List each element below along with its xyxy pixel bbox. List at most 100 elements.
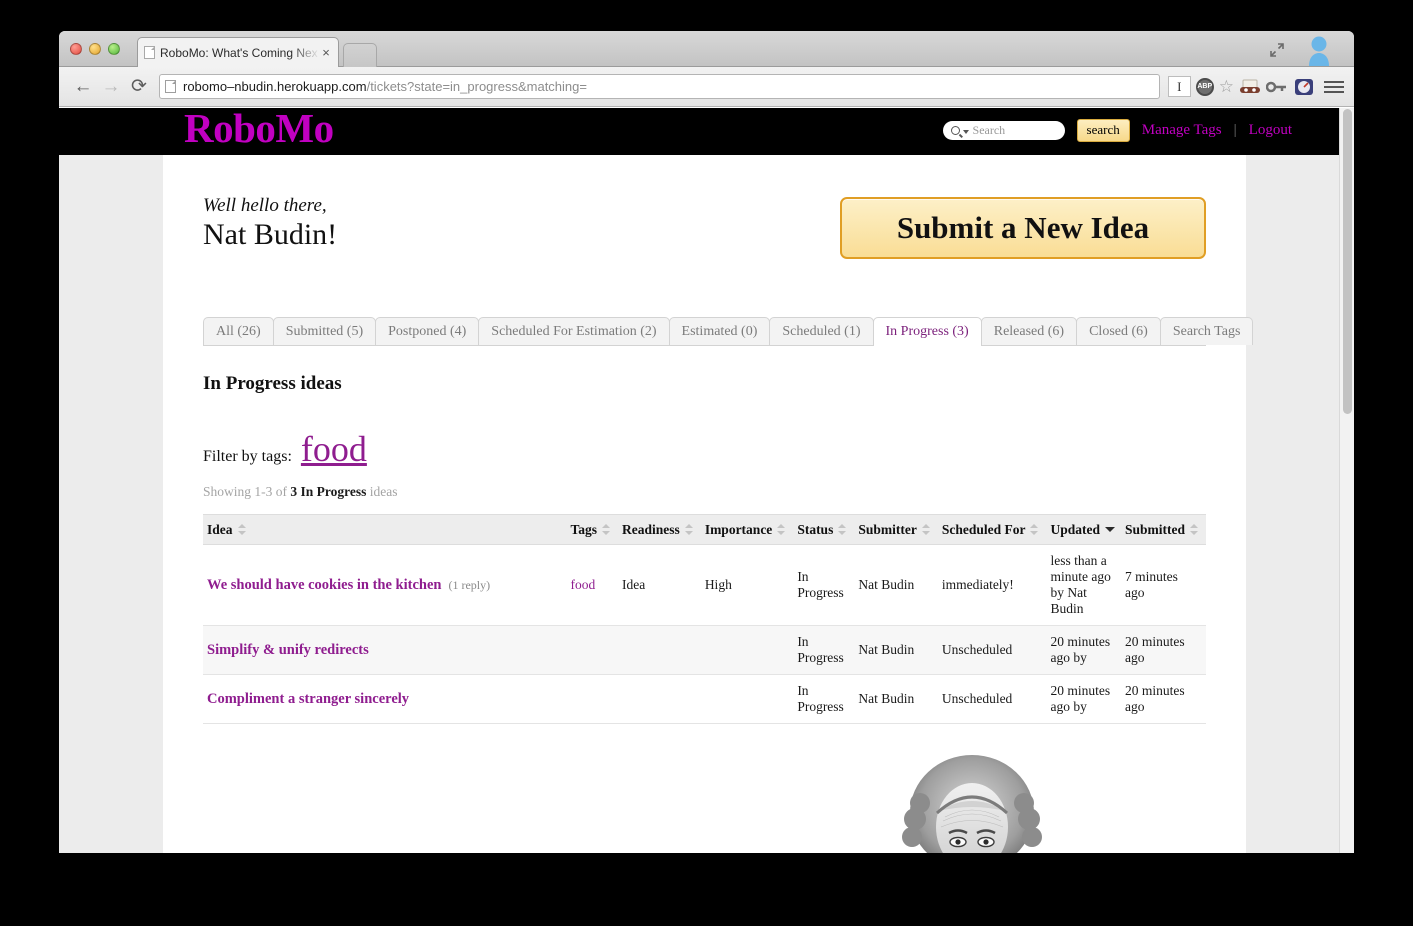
cell-scheduled-for: Unscheduled: [937, 674, 1047, 724]
ideas-table: Idea Tags Readiness Importance Status Submitt…: [203, 514, 1206, 724]
tag-link[interactable]: food: [571, 577, 596, 592]
table-row[interactable]: Compliment a stranger sincerely In Progre…: [203, 674, 1206, 724]
column-header-label: Updated: [1050, 522, 1100, 537]
sort-desc-icon[interactable]: [1104, 524, 1115, 535]
column-header-label: Tags: [570, 522, 598, 537]
cell-scheduled-for: Unscheduled: [937, 625, 1047, 675]
tab-submitted-5[interactable]: Submitted (5): [272, 317, 377, 345]
adblock-icon[interactable]: ABP: [1195, 77, 1214, 96]
manage-tags-link[interactable]: Manage Tags: [1142, 122, 1222, 139]
cell-readiness: [618, 674, 701, 724]
column-header-tags[interactable]: Tags: [566, 514, 619, 545]
tab-all-26[interactable]: All (26): [203, 317, 274, 345]
column-header-updated[interactable]: Updated: [1046, 514, 1121, 545]
url-host: robomo–nbudin.herokuapp.com: [183, 79, 367, 94]
incognito-extension-icon[interactable]: [1239, 77, 1261, 97]
tab-scheduled-1[interactable]: Scheduled (1): [769, 317, 874, 345]
chevron-down-icon[interactable]: [962, 129, 969, 134]
sort-toggle-icon[interactable]: [777, 524, 786, 535]
tab-scheduled-for-estimation-2[interactable]: Scheduled For Estimation (2): [478, 317, 670, 345]
scrollbar-thumb[interactable]: [1343, 109, 1352, 414]
bookmark-star-icon[interactable]: ☆: [1219, 77, 1234, 97]
close-window-button[interactable]: [70, 43, 82, 55]
column-header-submitter[interactable]: Submitter: [854, 514, 938, 545]
cell-submitter: Nat Budin: [854, 674, 938, 724]
browser-window: RoboMo: What's Coming Nex × ← → ⟳ robomo…: [59, 31, 1354, 853]
search-placeholder: Search: [972, 123, 1006, 137]
reload-icon[interactable]: ⟳: [125, 75, 153, 98]
sort-toggle-icon[interactable]: [921, 524, 931, 535]
site-favicon: [165, 80, 176, 93]
idea-link[interactable]: Compliment a stranger sincerely: [207, 691, 409, 707]
cell-status: In Progress: [793, 625, 855, 675]
tab-released-6[interactable]: Released (6): [980, 317, 1078, 345]
cell-tags: [566, 674, 619, 724]
sort-toggle-icon[interactable]: [602, 524, 611, 535]
reader-mode-icon[interactable]: I: [1167, 76, 1191, 97]
user-profile-icon[interactable]: [1306, 35, 1332, 67]
window-controls[interactable]: [70, 43, 120, 55]
browser-tab[interactable]: RoboMo: What's Coming Nex ×: [137, 37, 339, 67]
column-header-label: Readiness: [622, 522, 680, 537]
minimize-window-button[interactable]: [89, 43, 101, 55]
browser-toolbar: ← → ⟳ robomo–nbudin.herokuapp.com/ticket…: [59, 67, 1354, 107]
column-header-submitted[interactable]: Submitted: [1120, 514, 1206, 545]
speed-extension-icon[interactable]: [1293, 77, 1315, 97]
address-bar[interactable]: robomo–nbudin.herokuapp.com/tickets?stat…: [159, 74, 1160, 99]
tab-in-progress-3[interactable]: In Progress (3): [872, 317, 982, 346]
table-body: We should have cookies in the kitchen (1 …: [203, 544, 1206, 724]
cell-status: In Progress: [793, 674, 855, 724]
column-header-importance[interactable]: Importance: [700, 514, 794, 545]
page-favicon: [144, 46, 155, 59]
showing-count: 3 In Progress: [290, 484, 367, 499]
sort-toggle-icon[interactable]: [838, 524, 847, 535]
cell-readiness: Idea: [618, 544, 701, 626]
cell-readiness: [618, 625, 701, 675]
sort-toggle-icon[interactable]: [1030, 524, 1039, 535]
site-logo[interactable]: RoboMo: [184, 108, 334, 152]
search-icon: [950, 126, 960, 135]
column-header-scheduled-for[interactable]: Scheduled For: [937, 514, 1047, 545]
page-viewport: RoboMo Search search Manage Tags | Logou…: [59, 108, 1354, 853]
key-extension-icon[interactable]: [1266, 77, 1288, 97]
browser-menu-icon[interactable]: [1324, 80, 1344, 93]
new-tab-button[interactable]: [343, 43, 377, 67]
header-separator: |: [1233, 122, 1237, 138]
maximize-window-button[interactable]: [108, 43, 120, 55]
submit-new-idea-button[interactable]: Submit a New Idea: [840, 197, 1206, 259]
cell-tags: [566, 625, 619, 675]
cell-importance: [700, 625, 794, 675]
tab-postponed-4[interactable]: Postponed (4): [375, 317, 480, 345]
search-button[interactable]: search: [1076, 119, 1130, 142]
showing-prefix: Showing 1-3 of: [203, 484, 291, 499]
reply-count: (1 reply): [448, 577, 491, 592]
browser-tab-title: RoboMo: What's Coming Nex: [160, 45, 318, 60]
close-tab-icon[interactable]: ×: [320, 45, 332, 60]
decorative-portrait-image: [879, 741, 1065, 853]
sort-toggle-icon[interactable]: [237, 524, 247, 535]
column-header-idea[interactable]: Idea: [203, 514, 567, 545]
idea-link[interactable]: Simplify & unify redirects: [207, 642, 369, 658]
showing-suffix: ideas: [366, 484, 398, 499]
sort-toggle-icon[interactable]: [1190, 524, 1199, 535]
forward-icon[interactable]: →: [97, 76, 125, 98]
active-tag-food[interactable]: food: [301, 431, 367, 467]
tab-closed-6[interactable]: Closed (6): [1076, 317, 1161, 345]
idea-link[interactable]: We should have cookies in the kitchen: [207, 577, 441, 593]
column-header-readiness[interactable]: Readiness: [618, 514, 701, 545]
tab-estimated-0[interactable]: Estimated (0): [668, 317, 771, 345]
tab-search-tags[interactable]: Search Tags: [1159, 317, 1254, 345]
column-header-label: Idea: [207, 522, 233, 537]
main-content: Well hello there, Nat Budin! Submit a Ne…: [163, 155, 1254, 853]
table-row[interactable]: We should have cookies in the kitchen (1 …: [203, 544, 1206, 626]
fullscreen-icon[interactable]: [1268, 41, 1286, 59]
table-row[interactable]: Simplify & unify redirects In Progress Nat…: [203, 625, 1206, 675]
logout-link[interactable]: Logout: [1249, 122, 1292, 139]
sort-toggle-icon[interactable]: [684, 524, 694, 535]
vertical-scrollbar[interactable]: [1339, 108, 1354, 853]
back-icon[interactable]: ←: [69, 76, 97, 98]
search-input[interactable]: Search: [942, 121, 1065, 140]
cell-importance: High: [700, 544, 794, 626]
column-header-status[interactable]: Status: [793, 514, 855, 545]
cell-submitted: 7 minutes ago: [1120, 544, 1206, 626]
